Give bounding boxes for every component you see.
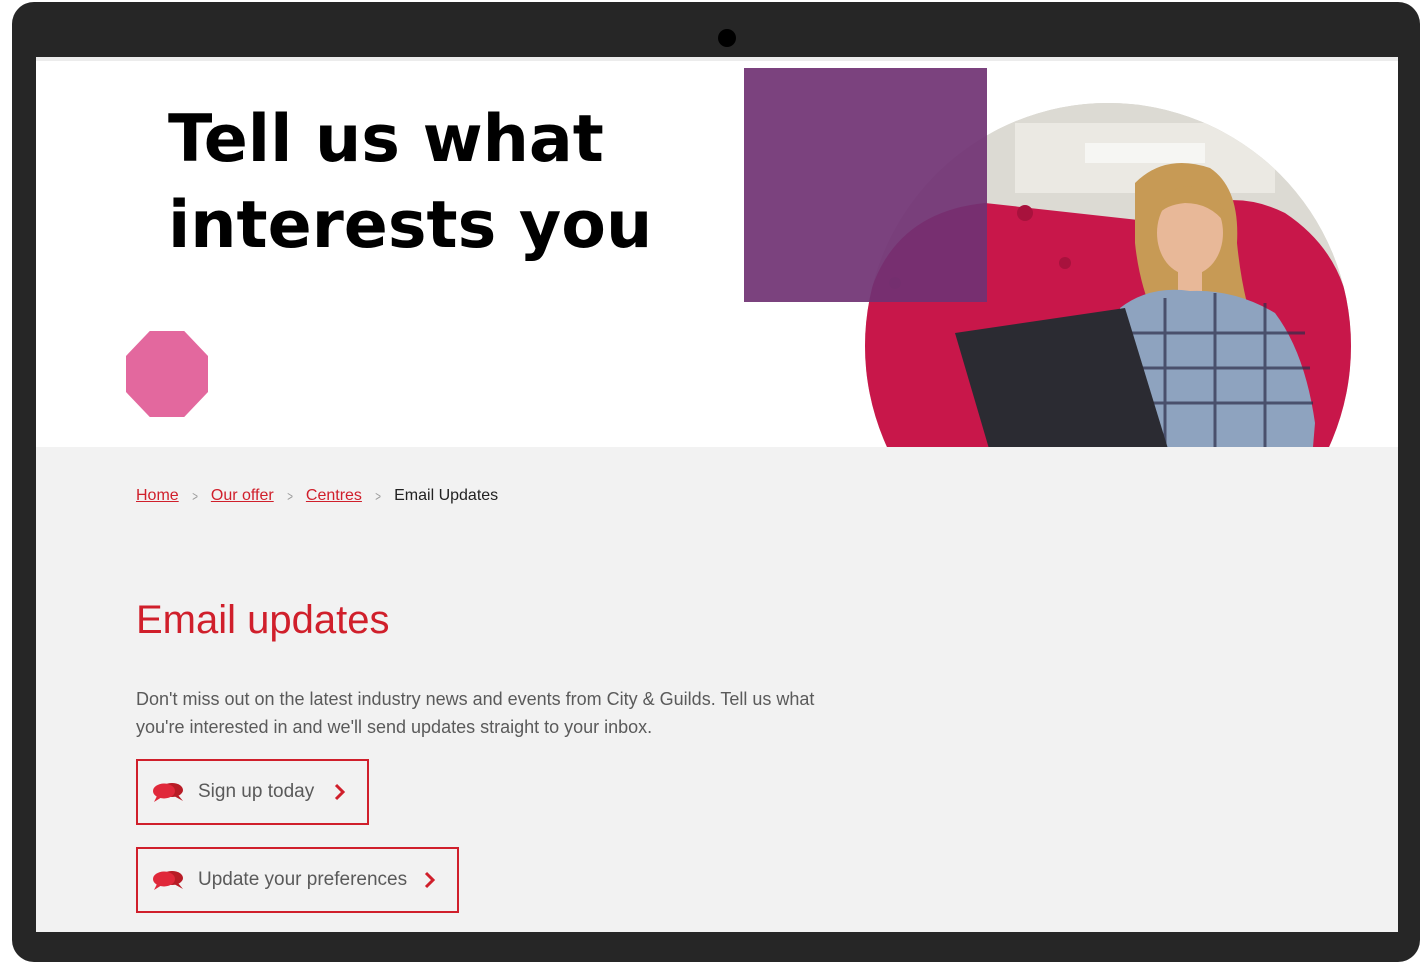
chevron-right-icon: [333, 782, 347, 802]
update-preferences-button[interactable]: Update your preferences: [136, 847, 459, 913]
breadcrumb-home-link[interactable]: Home: [136, 487, 179, 505]
breadcrumb-our-offer-link[interactable]: Our offer: [211, 487, 274, 505]
purple-square-shape: [744, 68, 987, 302]
hero-title-line1: Tell us what: [168, 102, 604, 177]
sign-up-button-label: Sign up today: [198, 781, 315, 802]
hero-banner: Tell us what interests you: [36, 57, 1398, 447]
breadcrumb-current-page: Email Updates: [394, 487, 499, 504]
speech-bubbles-icon: [153, 783, 183, 802]
page-title: Email updates: [136, 598, 390, 642]
breadcrumb-separator-icon: >: [191, 488, 198, 504]
webcam: [718, 29, 736, 47]
breadcrumb-separator-icon: >: [375, 488, 381, 504]
browser-viewport: Tell us what interests you Home > Our of…: [36, 57, 1398, 932]
breadcrumb: Home > Our offer > Centres > Email Updat…: [136, 487, 498, 505]
header-divider: [36, 57, 1398, 61]
breadcrumb-separator-icon: >: [286, 488, 293, 504]
hero-title-line2: interests you: [168, 188, 653, 263]
update-preferences-button-label: Update your preferences: [198, 869, 408, 890]
chevron-right-icon: [423, 870, 437, 890]
breadcrumb-centres-link[interactable]: Centres: [306, 487, 362, 505]
intro-text: Don't miss out on the latest industry ne…: [136, 689, 815, 737]
sign-up-button[interactable]: Sign up today: [136, 759, 369, 825]
hero-title: Tell us what interests you: [168, 97, 688, 269]
speech-bubbles-icon: [153, 871, 183, 890]
pink-octagon-shape: [126, 331, 208, 417]
